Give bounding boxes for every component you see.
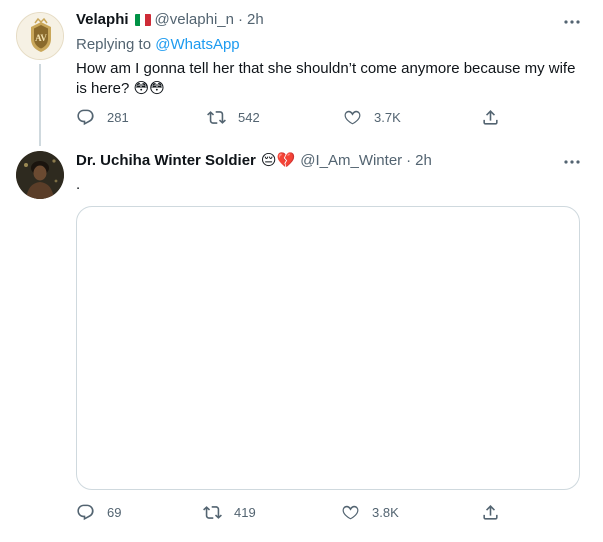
reply-button[interactable]: 281 [76, 108, 129, 127]
replying-to-link[interactable]: @WhatsApp [155, 36, 239, 53]
retweet-count: 419 [234, 505, 256, 520]
tweet-text: How am I gonna tell her that she shouldn… [76, 59, 586, 99]
reply-count: 69 [107, 505, 122, 520]
separator: · [406, 151, 412, 169]
more-options-icon[interactable] [562, 12, 582, 32]
flushed-emoji: 😳😳 [133, 80, 165, 97]
thread-line [39, 64, 41, 146]
like-button[interactable]: 3.8K [341, 503, 399, 522]
retweet-count: 542 [238, 110, 260, 125]
action-bar: 69 419 3.8K [0, 503, 603, 525]
like-count: 3.8K [372, 505, 399, 520]
heart-icon [344, 110, 361, 125]
share-button[interactable] [481, 503, 512, 522]
separator: · [237, 11, 243, 28]
like-count: 3.7K [374, 110, 401, 125]
like-button[interactable]: 3.7K [343, 108, 401, 127]
timestamp[interactable]: 2h [247, 11, 264, 28]
retweet-icon [207, 111, 226, 124]
timestamp[interactable]: 2h [415, 152, 432, 169]
reply-count: 281 [107, 110, 129, 125]
svg-text:AV: AV [35, 33, 47, 43]
reply-button[interactable]: 69 [76, 503, 121, 522]
share-icon [483, 505, 498, 520]
replying-to: Replying to @WhatsApp [76, 36, 240, 53]
display-name[interactable]: Dr. Uchiha Winter Soldier [76, 152, 256, 169]
display-name[interactable]: Velaphi [76, 11, 129, 28]
profile-photo-icon [16, 151, 64, 199]
handle[interactable]: @I_Am_Winter [300, 152, 402, 169]
tweet-header: Velaphi @velaphi_n · 2h [76, 11, 264, 28]
retweet-icon [203, 506, 222, 519]
tweet-velaphi[interactable]: AV Velaphi @velaphi_n · 2h Replying to @… [0, 0, 603, 146]
reply-icon [77, 504, 94, 521]
share-button[interactable] [481, 108, 512, 127]
share-icon [483, 110, 498, 125]
media-card[interactable] [76, 206, 580, 490]
more-options-icon[interactable] [562, 152, 582, 172]
heart-icon [342, 505, 359, 520]
retweet-button[interactable]: 542 [207, 108, 260, 127]
handle[interactable]: @velaphi_n [155, 11, 234, 28]
replying-prefix: Replying to [76, 36, 156, 53]
pensive-broken-heart-emoji: 😔💔 [260, 152, 296, 169]
reply-icon [77, 109, 94, 126]
tweet-text: . [76, 176, 81, 193]
tweet-header: Dr. Uchiha Winter Soldier 😔💔 @I_Am_Winte… [76, 151, 432, 170]
avatar[interactable] [16, 151, 64, 199]
italy-flag-icon [134, 13, 151, 26]
tweet-text-line: How am I gonna tell her that she shouldn… [76, 60, 576, 77]
avatar[interactable]: AV [16, 12, 64, 60]
crest-logo-icon: AV [17, 13, 63, 59]
tweet-text-line: is here? [76, 80, 130, 97]
retweet-button[interactable]: 419 [203, 503, 256, 522]
action-bar: 281 542 3.7K [0, 108, 603, 130]
